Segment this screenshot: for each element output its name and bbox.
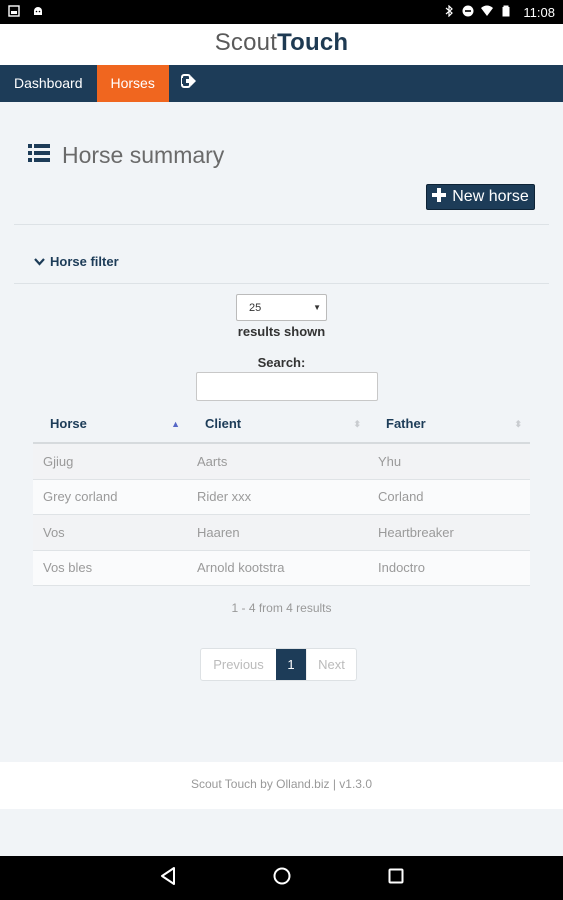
horse-filter-label: Horse filter [50, 254, 119, 269]
chevron-down-icon [34, 254, 45, 269]
page-size-select[interactable]: 25 ▼ [236, 294, 327, 321]
previous-page-button[interactable]: Previous [201, 649, 276, 680]
main-navbar: Dashboard Horses [0, 65, 563, 102]
page-title-text: Horse summary [62, 142, 225, 168]
footer: Scout Touch by Olland.biz | v1.3.0 [0, 762, 563, 809]
page-size-value: 25 [249, 302, 262, 314]
page-title: Horse summary [28, 142, 224, 169]
table-header: Horse ▲ Client ⬍ Father ⬍ [33, 406, 530, 444]
horse-filter-toggle[interactable]: Horse filter [34, 254, 119, 269]
home-icon [273, 867, 291, 890]
minus-circle-icon [462, 5, 474, 20]
divider [14, 224, 549, 225]
new-horse-button[interactable]: New horse [426, 184, 535, 210]
cell-horse: Gjiug [43, 453, 74, 469]
logout-button[interactable] [169, 65, 209, 102]
list-icon [28, 143, 50, 168]
results-shown-label: results shown [237, 324, 326, 339]
search-input[interactable] [196, 372, 378, 401]
brand-logo: ScoutTouch [0, 24, 563, 62]
cell-client: Rider xxx [197, 489, 252, 505]
status-time: 11:08 [523, 4, 555, 20]
android-status-bar: 11:08 [0, 0, 563, 24]
brand-bold: Touch [277, 29, 349, 56]
cell-horse: Vos [43, 524, 65, 540]
cell-father: Indoctro [378, 560, 425, 576]
app-header: ScoutTouch [0, 24, 563, 65]
table-row[interactable]: Grey corland Rider xxx Corland [33, 479, 530, 515]
cell-client: Aarts [197, 453, 228, 469]
column-header-client[interactable]: Client ⬍ [188, 406, 369, 442]
horses-table: Horse ▲ Client ⬍ Father ⬍ Gjiug Aarts Yh… [33, 406, 530, 586]
table-row[interactable]: Vos Haaren Heartbreaker [33, 515, 530, 551]
plus-icon [432, 187, 447, 207]
pagination: Previous 1 Next [200, 648, 357, 681]
wifi-icon [481, 5, 494, 20]
column-label: Horse [50, 416, 87, 431]
back-button[interactable] [156, 866, 180, 890]
cell-horse: Grey corland [43, 489, 118, 505]
cell-client: Arnold kootstra [197, 560, 285, 576]
new-horse-label: New horse [452, 188, 529, 205]
android-navigation-bar [0, 856, 563, 900]
caret-down-icon: ▼ [313, 303, 321, 312]
back-icon [160, 866, 176, 890]
bluetooth-icon [443, 4, 455, 20]
cell-client: Haaren [197, 524, 240, 540]
logout-icon [180, 65, 197, 102]
column-label: Client [205, 416, 242, 431]
nav-item-horses[interactable]: Horses [96, 65, 169, 102]
search-label: Search: [257, 355, 306, 370]
cell-father: Yhu [378, 453, 402, 469]
sort-both-icon: ⬍ [514, 419, 522, 429]
divider [14, 283, 549, 284]
table-row[interactable]: Vos bles Arnold kootstra Indoctro [33, 550, 530, 586]
recents-button[interactable] [384, 866, 408, 890]
battery-icon [500, 5, 512, 20]
sort-both-icon: ⬍ [353, 419, 361, 429]
image-icon [8, 4, 20, 20]
table-row[interactable]: Gjiug Aarts Yhu [33, 444, 530, 480]
brand-light: Scout [214, 29, 278, 56]
column-header-horse[interactable]: Horse ▲ [33, 406, 188, 442]
footer-text: Scout Touch by Olland.biz | v1.3.0 [190, 777, 372, 791]
cell-horse: Vos bles [43, 560, 93, 576]
sort-asc-icon: ▲ [171, 419, 180, 429]
page-button-current[interactable]: 1 [276, 649, 306, 680]
cell-father: Heartbreaker [378, 524, 454, 540]
next-page-button[interactable]: Next [306, 649, 356, 680]
column-header-father[interactable]: Father ⬍ [369, 406, 530, 442]
android-icon [32, 5, 44, 20]
column-label: Father [386, 416, 426, 431]
home-button[interactable] [270, 866, 294, 890]
nav-item-dashboard[interactable]: Dashboard [0, 65, 97, 102]
recents-icon [388, 868, 404, 889]
pagination-info: 1 - 4 from 4 results [231, 601, 332, 615]
cell-father: Corland [378, 489, 424, 505]
